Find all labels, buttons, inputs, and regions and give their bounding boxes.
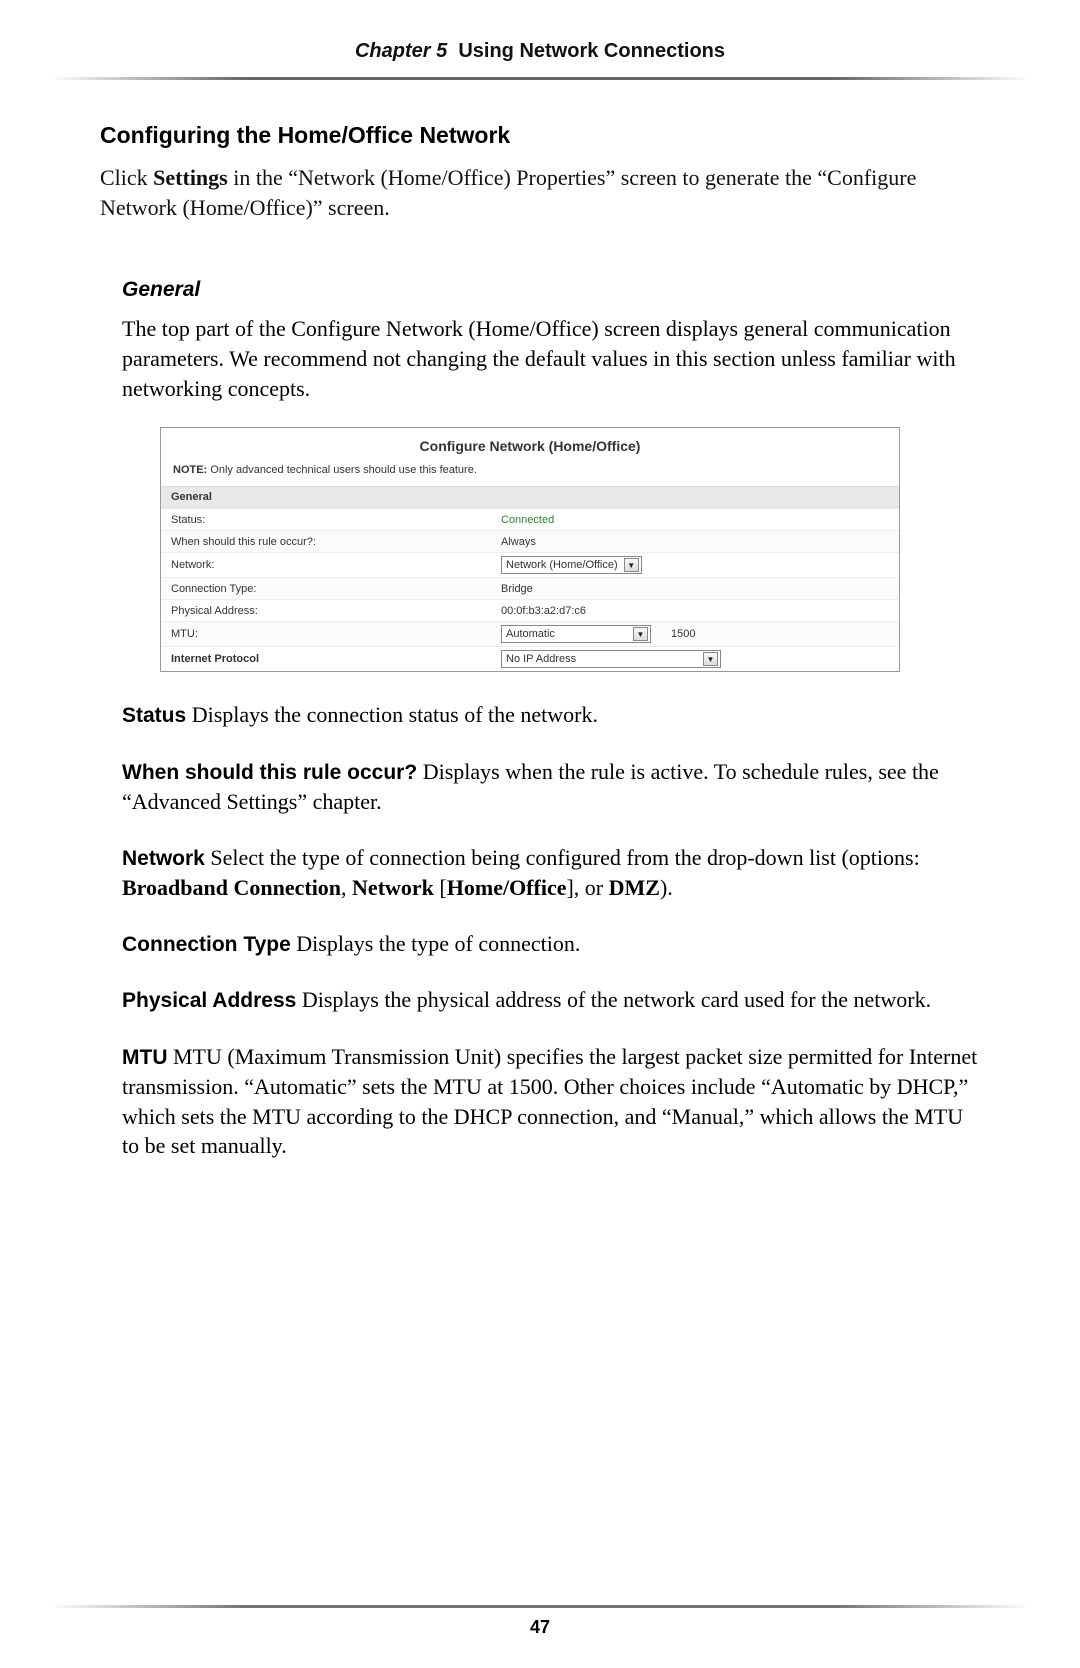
running-header: Chapter 5 Using Network Connections xyxy=(100,40,980,77)
row-mtu: MTU: Automatic ▼ 1500 xyxy=(161,621,899,646)
chapter-label: Chapter 5 xyxy=(355,40,447,62)
def-network: Network Select the type of connection be… xyxy=(122,843,980,903)
def-mtu: MTU MTU (Maximum Transmission Unit) spec… xyxy=(122,1042,980,1161)
row-ip: Internet Protocol No IP Address ▼ xyxy=(161,646,899,671)
mtu-value: 1500 xyxy=(671,628,695,640)
chevron-down-icon: ▼ xyxy=(703,652,718,666)
header-rule xyxy=(50,77,1030,80)
page-number: 47 xyxy=(0,1617,1080,1638)
def-phys: Physical Address Displays the physical a… xyxy=(122,985,980,1015)
panel-note: NOTE: Only advanced technical users shou… xyxy=(161,460,899,486)
config-panel: Configure Network (Home/Office) NOTE: On… xyxy=(160,427,900,672)
def-conntype: Connection Type Displays the type of con… xyxy=(122,929,980,959)
chapter-title: Using Network Connections xyxy=(458,40,725,62)
status-value: Connected xyxy=(501,514,889,526)
network-select[interactable]: Network (Home/Office) ▼ xyxy=(501,556,642,574)
chevron-down-icon: ▼ xyxy=(624,558,639,572)
general-body: The top part of the Configure Network (H… xyxy=(122,314,980,403)
row-rule: When should this rule occur?: Always xyxy=(161,530,899,552)
panel-title: Configure Network (Home/Office) xyxy=(161,428,899,460)
chevron-down-icon: ▼ xyxy=(633,627,648,641)
row-status: Status: Connected xyxy=(161,508,899,530)
intro-paragraph: Click Settings in the “Network (Home/Off… xyxy=(100,163,980,222)
footer-rule xyxy=(50,1605,1030,1608)
panel-section-general: General xyxy=(161,486,899,508)
def-rule: When should this rule occur? Displays wh… xyxy=(122,757,980,817)
section-title: Configuring the Home/Office Network xyxy=(100,122,980,149)
row-physical: Physical Address: 00:0f:b3:a2:d7:c6 xyxy=(161,599,899,621)
mtu-select[interactable]: Automatic ▼ xyxy=(501,625,651,643)
general-heading: General xyxy=(122,278,980,302)
ip-select[interactable]: No IP Address ▼ xyxy=(501,650,721,668)
row-network: Network: Network (Home/Office) ▼ xyxy=(161,552,899,577)
row-conntype: Connection Type: Bridge xyxy=(161,577,899,599)
def-status: Status Displays the connection status of… xyxy=(122,700,980,730)
